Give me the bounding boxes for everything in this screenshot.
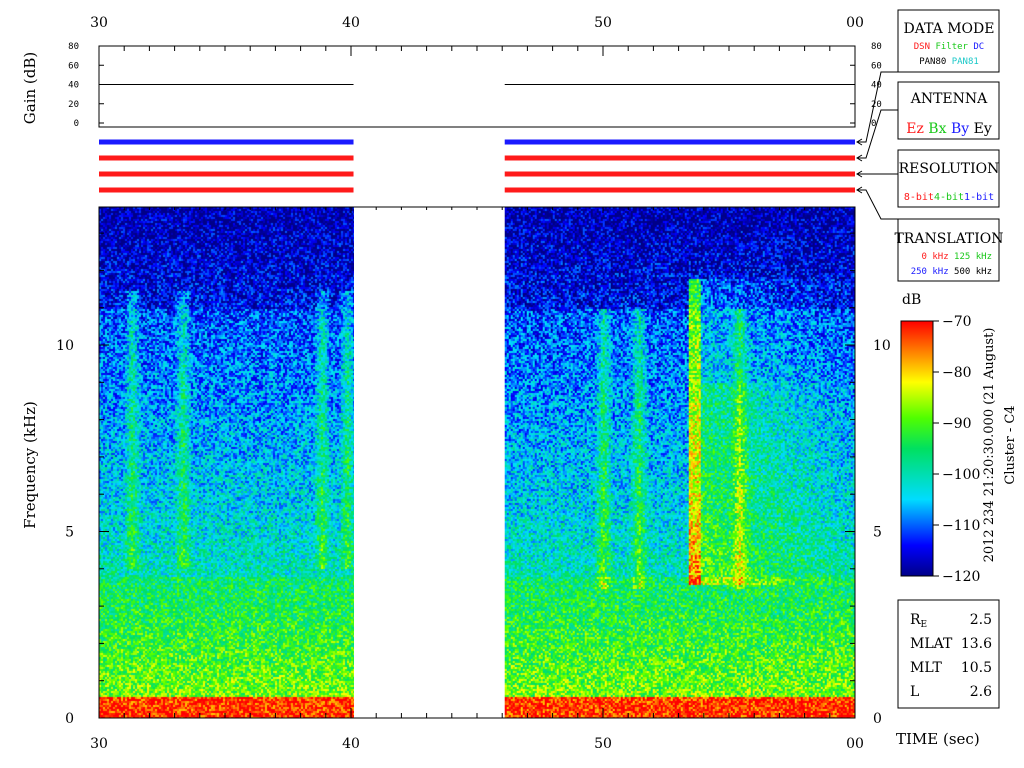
spectrogram-left-segment: [99, 207, 354, 718]
colorbar-tick-label: −110: [942, 518, 980, 534]
time-tick-label: 40: [342, 15, 360, 31]
colorbar-ticks: −70 −80 −90 −100 −110 −120: [933, 314, 980, 585]
gain-tick-label: 40: [871, 81, 882, 91]
colorbar-tick-label: −100: [942, 467, 980, 483]
legend-pointers: [856, 71, 898, 220]
colorbar-title: dB: [902, 292, 921, 308]
freq-tick-label: 10: [873, 338, 891, 354]
mode-bar: [504, 139, 855, 145]
freq-tick-label: 0: [65, 711, 74, 727]
colorbar-gradient: [900, 320, 934, 577]
orbit-label: MLT: [910, 660, 942, 676]
gain-tick-label: 60: [68, 61, 79, 71]
colorbar-tick-label: −80: [942, 365, 972, 381]
orbit-value: 2.6: [970, 684, 992, 700]
translation-row1: 0 kHz 125 kHz: [922, 252, 992, 262]
translation-row2: 250 kHz 500 kHz: [911, 267, 992, 277]
antenna-title: ANTENNA: [910, 91, 988, 107]
orbit-value: 10.5: [961, 660, 992, 676]
legend-entry: Ey: [969, 121, 992, 137]
data-mode-row2: PAN80 PAN81: [919, 57, 979, 67]
legend-entry: 1-bit: [964, 192, 994, 203]
orbit-label: MLAT: [910, 636, 953, 652]
gain-ticks: 0 020 2040 4060 6080 80: [68, 42, 882, 129]
mode-bar: [99, 139, 354, 145]
mode-bar: [99, 171, 354, 177]
gain-tick-label: 20: [68, 100, 79, 110]
colorbar-tick-label: −70: [942, 314, 972, 330]
time-tick-label: 00: [846, 15, 864, 31]
time-tick-label: 30: [90, 15, 108, 31]
mode-bars: [99, 139, 855, 193]
time-tick-label: 40: [342, 736, 360, 752]
mode-bar: [99, 187, 354, 193]
translation-title: TRANSLATION: [894, 231, 1003, 247]
side-label-mission: Cluster - C4: [1003, 405, 1018, 484]
legend-entry: By: [947, 121, 970, 137]
translation-legend: TRANSLATION 0 kHz 125 kHz 250 kHz 500 kH…: [894, 218, 1004, 282]
gain-tick-label: 60: [871, 61, 882, 71]
legend-entry: Bx: [924, 121, 947, 137]
freq-tick-label: 0: [873, 711, 882, 727]
gain-panel: 0 020 2040 4060 6080 80: [68, 42, 882, 129]
legend-entry: PAN81: [946, 57, 979, 67]
orbit-value: 13.6: [961, 636, 992, 652]
orbit-label: L: [910, 684, 919, 700]
resolution-row: 8-bit4-bit1-bit: [904, 192, 994, 203]
time-tick-label: 00: [846, 736, 864, 752]
gain-panel-frame: [98, 45, 856, 128]
legend-entry: 8-bit: [904, 192, 934, 203]
orbit-label-subscript: E: [921, 620, 928, 630]
mode-bar: [504, 155, 855, 161]
resolution-title: RESOLUTION: [899, 161, 1000, 177]
gain-tick-label: 0: [74, 119, 79, 129]
orbit-value: 2.5: [970, 612, 992, 628]
mode-bar: [504, 187, 855, 193]
legend-entry: DSN: [914, 42, 930, 52]
freq-tick-label: 5: [65, 525, 74, 541]
freq-tick-label: 10: [56, 338, 74, 354]
gain-tick-label: 80: [68, 42, 79, 52]
legend-entry: 250 kHz: [911, 267, 949, 277]
time-axis-label: TIME (sec): [896, 730, 980, 748]
data-mode-title: DATA MODE: [904, 21, 995, 37]
spectrogram-panel: 3030404050500000 0 05 510 10: [56, 15, 891, 752]
legend-entry: DC: [968, 42, 984, 52]
side-label: 2012 234 21:20:30.000 (21 August) Cluste…: [982, 328, 1018, 563]
freq-tick-label: 5: [873, 525, 882, 541]
data-mode-legend: DATA MODE DSN Filter DC PAN80 PAN81: [897, 9, 1000, 73]
time-tick-label: 50: [594, 736, 612, 752]
legend-entry: 0 kHz: [922, 252, 949, 262]
frequency-axis-label: Frequency (kHz): [21, 401, 39, 529]
legend-entry: Ez: [906, 121, 924, 137]
orbit-info-box: RE 2.5MLAT 13.6MLT 10.5L 2.6: [897, 599, 1000, 709]
colorbar-tick-label: −90: [942, 416, 972, 432]
time-tick-label: 50: [594, 15, 612, 31]
resolution-legend: RESOLUTION 8-bit4-bit1-bit: [897, 149, 1000, 208]
colorbar: dB −70 −80 −90 −100 −110 −120: [900, 292, 980, 585]
colorbar-tick-label: −120: [942, 569, 980, 585]
legend-entry: 4-bit: [934, 192, 964, 203]
gain-tick-label: 80: [871, 42, 882, 52]
antenna-row: Ez Bx By Ey: [906, 121, 992, 137]
spectrogram-right-segment: [504, 207, 855, 718]
spectrogram-figure: 0 020 2040 4060 6080 80 3030404050500000 0 05 5…: [21, 9, 1018, 752]
side-label-date: 2012 234 21:20:30.000 (21 August): [982, 328, 997, 563]
mode-bar: [99, 155, 354, 161]
gain-tick-label: 20: [871, 100, 882, 110]
legend-entry: 500 kHz: [949, 267, 992, 277]
data-mode-row1: DSN Filter DC: [914, 42, 984, 52]
legend-entry: Filter: [930, 42, 969, 52]
time-tick-label: 30: [90, 736, 108, 752]
legend-entry: 125 kHz: [949, 252, 992, 262]
antenna-legend: ANTENNA Ez Bx By Ey: [897, 81, 1000, 140]
gain-axis-label: Gain (dB): [21, 52, 39, 124]
mode-bar: [504, 171, 855, 177]
gain-tick-label: 40: [68, 81, 79, 91]
legend-entry: PAN80: [919, 57, 946, 67]
